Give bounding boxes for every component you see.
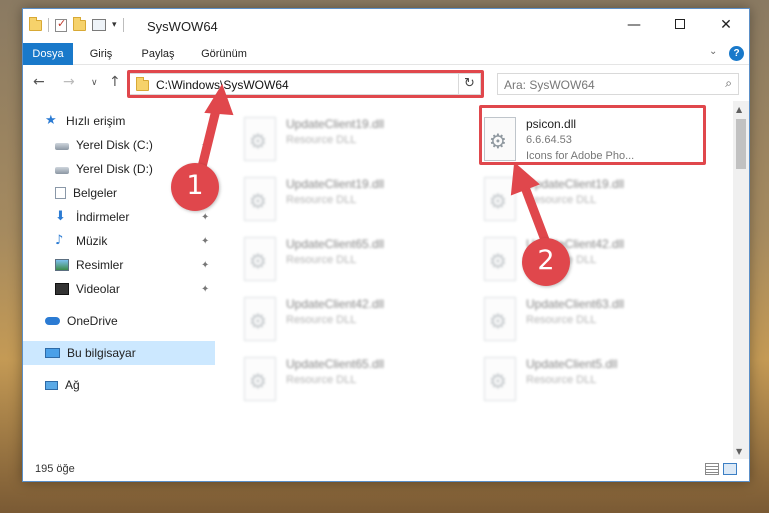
arrow-2-shaft bbox=[518, 177, 550, 245]
annotation-arrows bbox=[195, 83, 550, 245]
callout-badge-2: 2 bbox=[522, 238, 570, 286]
arrow-1-head bbox=[204, 83, 234, 116]
callout-badge-1: 1 bbox=[171, 163, 219, 211]
arrow-2-head bbox=[510, 161, 540, 196]
